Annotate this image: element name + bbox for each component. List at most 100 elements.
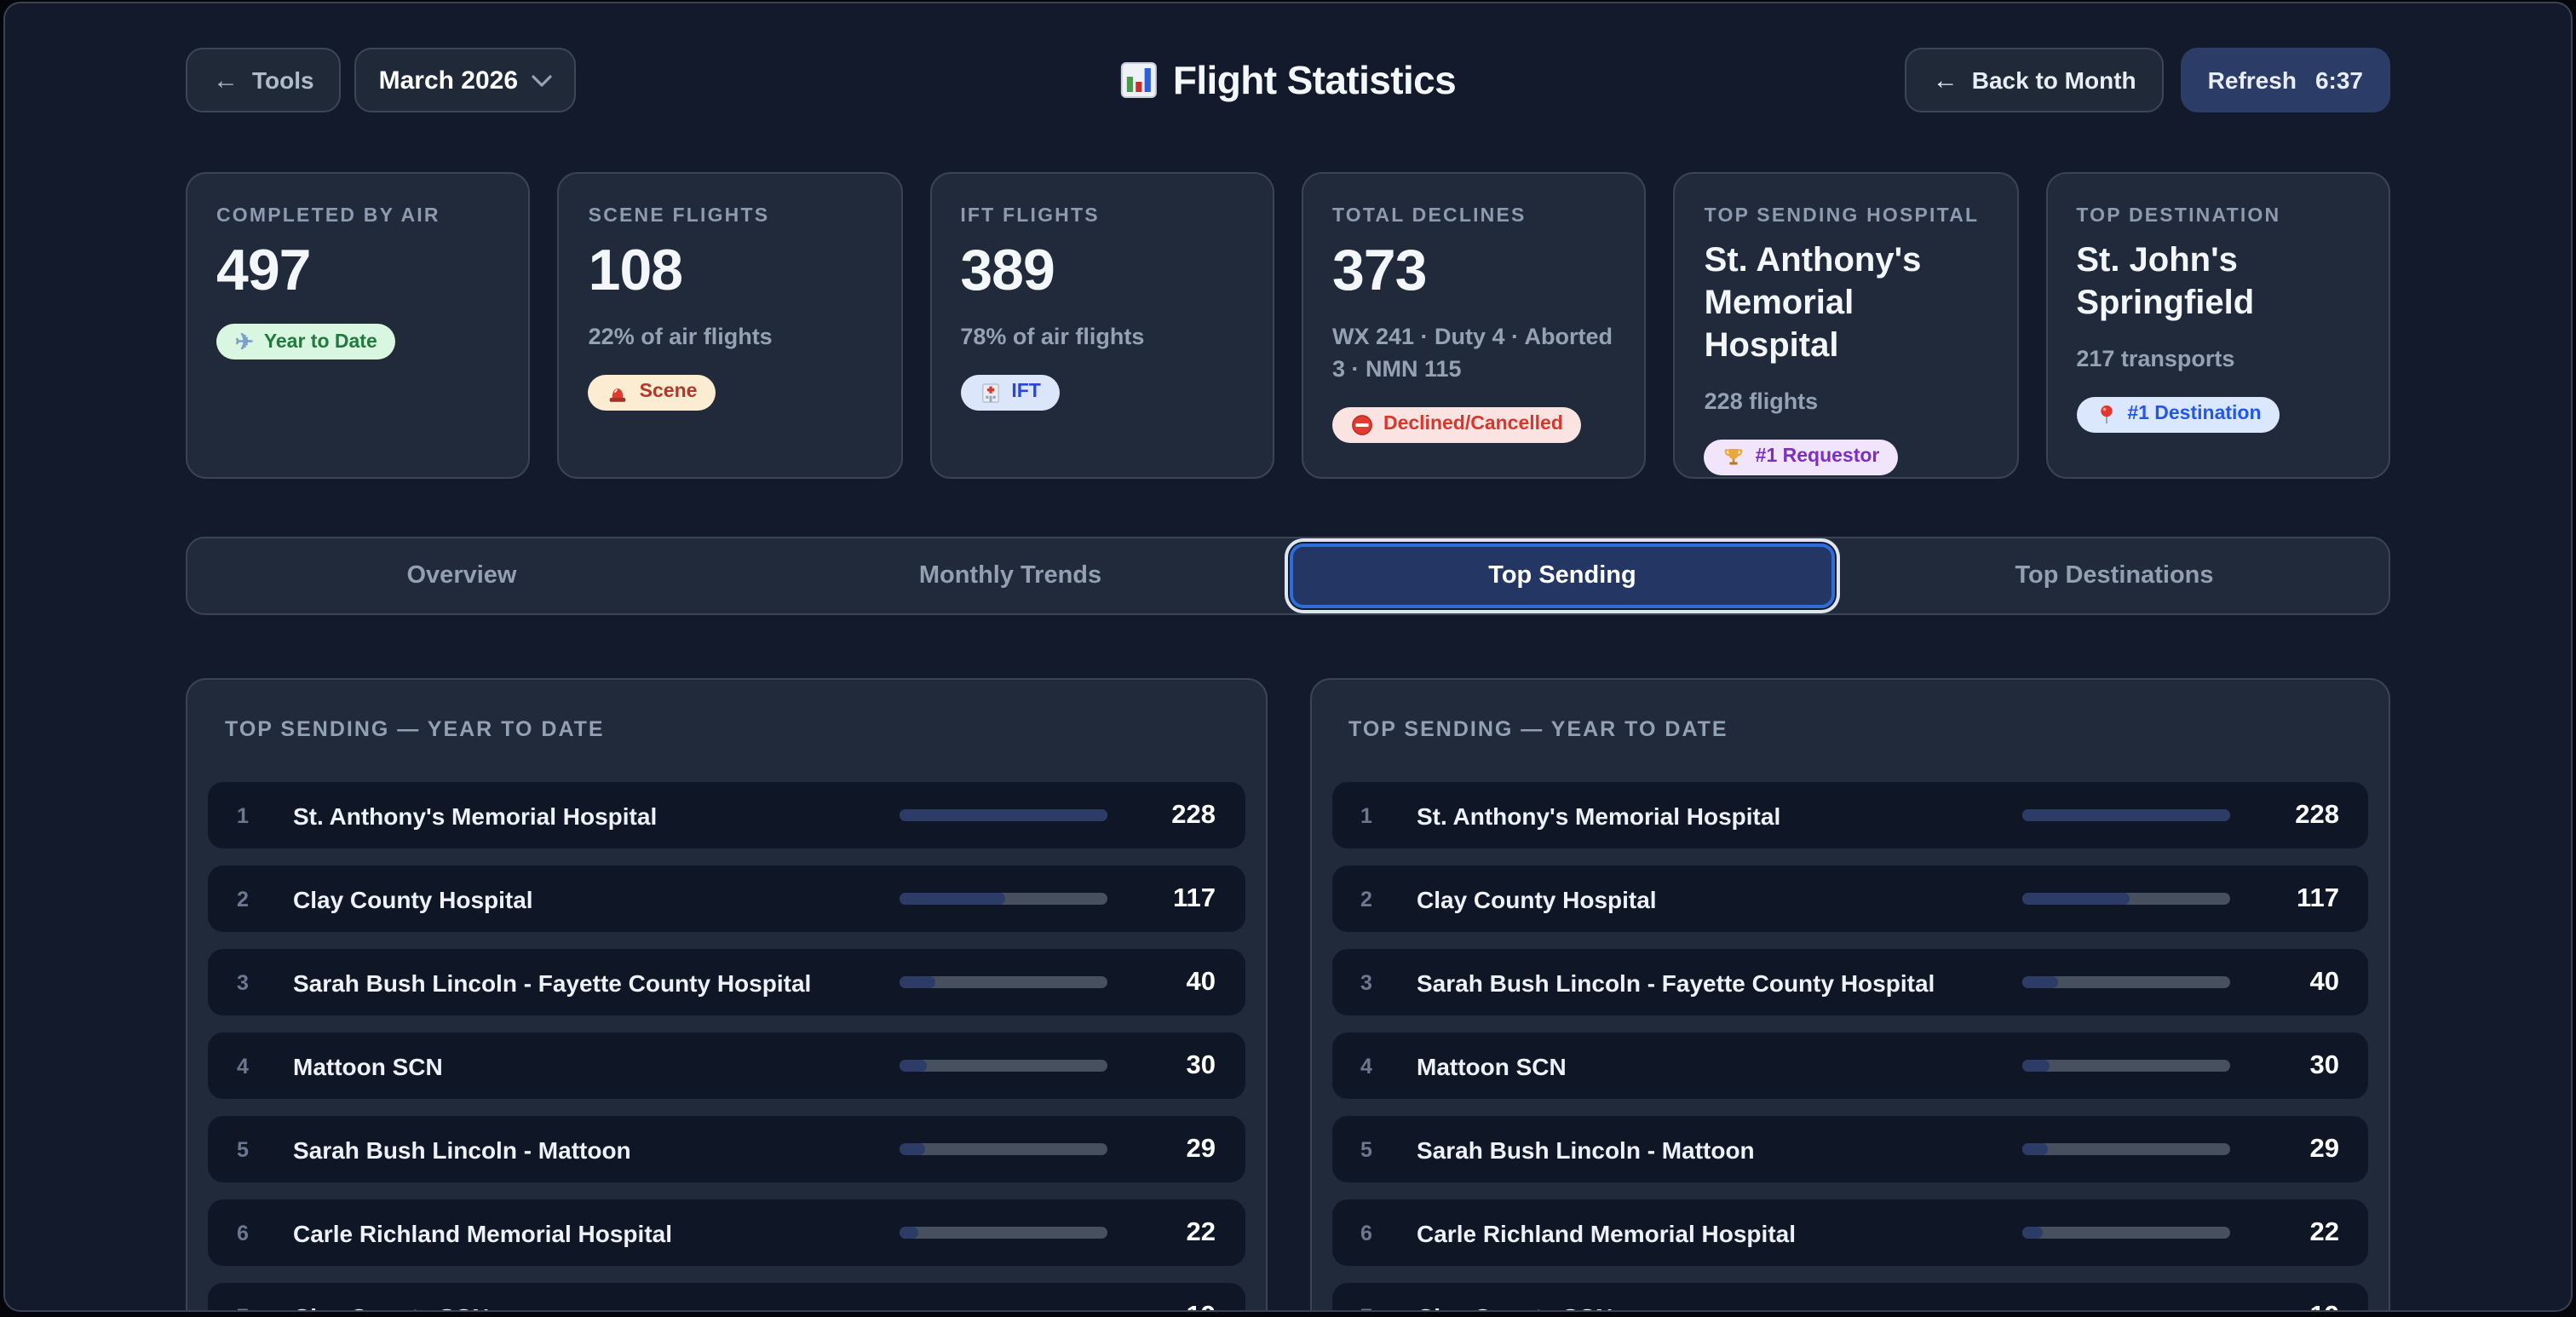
list-item-st-anthony-s-memorial-hospital: 1 St. Anthony's Memorial Hospital 228 (208, 782, 1245, 848)
stat-card-top-destination: TOP DESTINATIONSt. John's Springfield217… (2045, 172, 2390, 479)
hospital-name: Sarah Bush Lincoln - Mattoon (293, 1136, 878, 1163)
stat-card-label: TOP DESTINATION (2076, 206, 2360, 227)
rank-number: 4 (237, 1054, 271, 1078)
tab-overview[interactable]: Overview (193, 543, 731, 608)
value-bar-fill (2022, 809, 2230, 821)
flight-count: 30 (1130, 1050, 1216, 1081)
value-bar-fill (899, 976, 935, 988)
content-shell: ← Tools March 2026 Flight Statistics ← B… (186, 48, 2390, 1312)
hospital-name: Clay County SCN (1417, 1303, 2002, 1312)
flight-count: 117 (1130, 883, 1216, 914)
refresh-countdown: 6:37 (2315, 66, 2363, 94)
flight-count: 228 (1130, 800, 1216, 831)
rank-number: 2 (237, 887, 271, 911)
value-bar (2022, 1143, 2230, 1155)
flight-count: 228 (2254, 800, 2339, 831)
stat-card-subtext: WX 241 · Duty 4 · Aborted 3 · NMN 115 (1332, 322, 1616, 387)
rank-number: 1 (237, 803, 271, 827)
tools-back-button[interactable]: ← Tools (186, 48, 342, 112)
stat-card-value: 373 (1332, 239, 1616, 303)
value-bar-fill (2022, 1060, 2050, 1072)
status-badge-scene: Scene (589, 375, 716, 411)
hospital-name: Mattoon SCN (293, 1052, 878, 1079)
status-badge-year-to-date: ✈Year to Date (216, 324, 396, 359)
rank-number: 7 (1360, 1304, 1394, 1312)
rank-number: 7 (237, 1304, 271, 1312)
flight-count: 29 (1130, 1134, 1216, 1165)
stat-card-top-sending-hospital: TOP SENDING HOSPITAL St. Anthony's Memori… (1674, 172, 2019, 479)
list-item-sarah-bush-lincoln-mattoon: 5Sarah Bush Lincoln - Mattoon29 (1331, 1116, 2368, 1182)
stat-card-scene-flights: SCENE FLIGHTS10822% of air flightsScene (558, 172, 903, 479)
rank-number: 1 (1360, 803, 1394, 827)
badge-label: #1 Destination (2127, 405, 2261, 425)
badge-label: Declined/Cancelled (1383, 415, 1563, 435)
stat-card-subtext: 78% of air flights (960, 322, 1244, 354)
app-scale-wrapper: ← Tools March 2026 Flight Statistics ← B… (0, 0, 2576, 1317)
pin-icon (2095, 404, 2117, 426)
rank-number: 5 (1360, 1137, 1394, 1161)
rank-number: 6 (1360, 1221, 1394, 1245)
stat-card-label: TOP SENDING HOSPITAL (1705, 206, 1988, 227)
list-item-sarah-bush-lincoln-fayette-county-hospital: 3 Sarah Bush Lincoln - Fayette County Hos… (1331, 949, 2368, 1015)
flight-count: 30 (2254, 1050, 2339, 1081)
month-select[interactable]: March 2026 (355, 48, 576, 112)
value-bar (899, 1060, 1107, 1072)
list-item-clay-county-hospital: 2 Clay County Hospital 117 (208, 866, 1245, 932)
list-item-clay-county-hospital: 2Clay County Hospital117 (1331, 866, 2368, 932)
refresh-button[interactable]: Refresh 6:37 (2181, 48, 2390, 112)
list-item-carle-richland-memorial-hospital: 6 Carle Richland Memorial Hospital 22 (1331, 1199, 2368, 1266)
top-bar: ← Tools March 2026 Flight Statistics ← B… (186, 48, 2390, 112)
status-badge-1-requestor: #1 Requestor (1705, 440, 1899, 475)
list-item-clay-county-scn: 7Clay County SCN19 (1331, 1283, 2368, 1312)
stat-card-subtext: 228 flights (1705, 387, 1988, 419)
tab-monthly-trends[interactable]: Monthly Trends (741, 543, 1279, 608)
hospital-name: St. Anthony's Memorial Hospital (293, 802, 878, 829)
ranking-panel: TOP SENDING — YEAR TO DATE1St. Anthony's… (186, 678, 1267, 1312)
page-title-text: Flight Statistics (1173, 57, 1456, 103)
flight-count: 22 (1130, 1217, 1216, 1248)
rank-number: 3 (1360, 970, 1394, 994)
status-badge-1-destination: #1 Destination (2076, 397, 2280, 433)
stat-card-ift-flights: IFT FLIGHTS38978% of air flightsIFT (929, 172, 1274, 479)
stat-card-value: 497 (216, 239, 500, 303)
tab-top-destinations[interactable]: Top Destinations (1845, 543, 2383, 608)
stat-card-completed-by-air: COMPLETED BY AIR497✈Year to Date (186, 172, 531, 479)
hospital-name: Sarah Bush Lincoln - Fayette County Hosp… (1417, 969, 2002, 996)
value-bar (899, 1143, 1107, 1155)
stat-card-value: St. Anthony's Memorial Hospital (1705, 240, 1988, 368)
list-item-sarah-bush-lincoln-mattoon: 5Sarah Bush Lincoln - Mattoon29 (208, 1116, 1245, 1182)
hospital-name: Sarah Bush Lincoln - Fayette County Hosp… (293, 969, 878, 996)
value-bar-fill (899, 1310, 916, 1312)
tab-top-sending[interactable]: Top Sending (1290, 543, 1835, 608)
value-bar (899, 1227, 1107, 1239)
hospital-name: Clay County Hospital (293, 885, 878, 912)
value-bar-fill (2022, 893, 2129, 905)
status-badge-declined-cancelled: Declined/Cancelled (1332, 407, 1582, 443)
stat-card-total-declines: TOTAL DECLINES373WX 241 · Duty 4 · Abort… (1302, 172, 1647, 479)
value-bar (2022, 1310, 2230, 1312)
refresh-label: Refresh (2208, 66, 2297, 94)
hospital-name: Carle Richland Memorial Hospital (1417, 1219, 2002, 1246)
hospital-name: Sarah Bush Lincoln - Mattoon (1417, 1136, 2002, 1163)
list-item-st-anthony-s-memorial-hospital: 1St. Anthony's Memorial Hospital228 (1331, 782, 2368, 848)
value-bar (2022, 893, 2230, 905)
rank-number: 3 (237, 970, 271, 994)
ranking-panel: TOP SENDING — YEAR TO DATE1St. Anthony's… (1309, 678, 2390, 1312)
back-to-month-button[interactable]: ← Back to Month (1906, 48, 2164, 112)
value-bar (899, 1310, 1107, 1312)
month-select-value: March 2026 (379, 66, 518, 95)
stat-card-value: 389 (960, 239, 1244, 303)
stat-card-label: IFT FLIGHTS (960, 206, 1244, 227)
no-entry-icon (1351, 414, 1373, 436)
value-bar-fill (899, 1227, 918, 1239)
trophy-icon (1723, 446, 1745, 469)
value-bar (899, 809, 1107, 821)
bar-chart-icon (1120, 61, 1158, 99)
badge-label: Year to Date (264, 331, 377, 352)
rank-number: 2 (1360, 887, 1394, 911)
flight-count: 22 (2254, 1217, 2339, 1248)
flight-count: 40 (2254, 967, 2339, 998)
app-window: ← Tools March 2026 Flight Statistics ← B… (3, 2, 2573, 1312)
value-bar-fill (2022, 1227, 2042, 1239)
value-bar (899, 893, 1107, 905)
